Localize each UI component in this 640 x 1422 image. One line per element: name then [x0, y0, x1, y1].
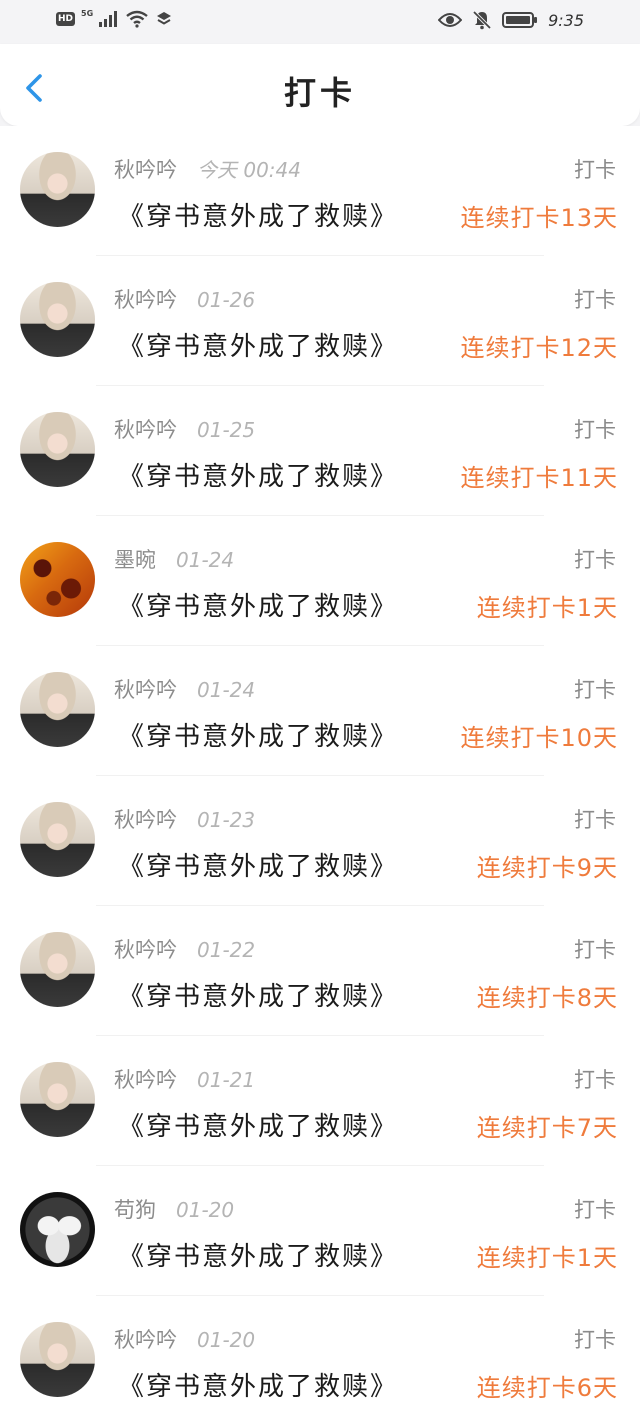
wifi-icon: [126, 10, 148, 28]
user-name[interactable]: 秋吟吟: [114, 934, 177, 964]
user-name[interactable]: 秋吟吟: [114, 1064, 177, 1094]
user-meta: 秋吟吟 01-26: [114, 284, 255, 314]
streak-count: 连续打卡9天: [476, 854, 618, 882]
avatar[interactable]: [20, 1192, 95, 1267]
user-name[interactable]: 秋吟吟: [114, 804, 177, 834]
streak-count: 连续打卡1天: [476, 1244, 618, 1272]
layers-icon: [157, 12, 172, 25]
checkin-date: 今天 00:44: [197, 158, 301, 182]
book-title[interactable]: 《穿书意外成了救赎》: [118, 1366, 398, 1403]
user-meta: 苟狗 01-20: [114, 1194, 234, 1224]
book-title[interactable]: 《穿书意外成了救赎》: [118, 456, 398, 493]
user-name[interactable]: 秋吟吟: [114, 414, 177, 444]
list-item[interactable]: 秋吟吟 01-23 打卡 《穿书意外成了救赎》 连续打卡9天: [0, 776, 640, 906]
checkin-date: 01-20: [197, 1328, 256, 1352]
streak-count: 连续打卡12天: [460, 334, 618, 362]
avatar[interactable]: [20, 802, 95, 877]
signal-icon: [99, 11, 118, 27]
user-meta: 秋吟吟 今天 00:44: [114, 154, 301, 184]
user-name[interactable]: 墨晼: [114, 544, 156, 574]
user-name[interactable]: 秋吟吟: [114, 674, 177, 704]
checkin-label: 打卡: [574, 1328, 616, 1352]
book-title[interactable]: 《穿书意外成了救赎》: [118, 1236, 398, 1273]
page-header: 打卡: [0, 44, 640, 126]
checkin-label: 打卡: [574, 938, 616, 962]
status-left: HD 5G: [56, 10, 173, 28]
streak-count: 连续打卡6天: [476, 1374, 618, 1402]
checkin-date: 01-26: [197, 288, 256, 312]
user-meta: 墨晼 01-24: [114, 544, 234, 574]
battery-icon: [502, 12, 538, 28]
streak-count: 连续打卡13天: [460, 204, 618, 232]
checkin-label: 打卡: [574, 1198, 616, 1222]
book-title[interactable]: 《穿书意外成了救赎》: [118, 196, 398, 233]
book-title[interactable]: 《穿书意外成了救赎》: [118, 846, 398, 883]
list-item[interactable]: 秋吟吟 01-22 打卡 《穿书意外成了救赎》 连续打卡8天: [0, 906, 640, 1036]
checkin-date: 01-24: [197, 678, 256, 702]
list-item[interactable]: 秋吟吟 今天 00:44 打卡 《穿书意外成了救赎》 连续打卡13天: [0, 126, 640, 256]
checkin-label: 打卡: [574, 678, 616, 702]
book-title[interactable]: 《穿书意外成了救赎》: [118, 1106, 398, 1143]
user-meta: 秋吟吟 01-20: [114, 1324, 255, 1354]
checkin-date: 01-23: [197, 808, 256, 832]
avatar[interactable]: [20, 282, 95, 357]
status-bar: HD 5G 9:35: [0, 0, 640, 44]
list-item[interactable]: 苟狗 01-20 打卡 《穿书意外成了救赎》 连续打卡1天: [0, 1166, 640, 1296]
list-item[interactable]: 墨晼 01-24 打卡 《穿书意外成了救赎》 连续打卡1天: [0, 516, 640, 646]
checkin-date: 01-24: [176, 548, 235, 572]
streak-count: 连续打卡8天: [476, 984, 618, 1012]
clock-time: 9:35: [548, 10, 584, 30]
book-title[interactable]: 《穿书意外成了救赎》: [118, 976, 398, 1013]
avatar[interactable]: [20, 932, 95, 1007]
avatar[interactable]: [20, 1322, 95, 1397]
checkin-label: 打卡: [574, 548, 616, 572]
checkin-label: 打卡: [574, 1068, 616, 1092]
avatar[interactable]: [20, 542, 95, 617]
checkin-list: 秋吟吟 今天 00:44 打卡 《穿书意外成了救赎》 连续打卡13天 秋吟吟 0…: [0, 126, 640, 1422]
checkin-date: 01-25: [197, 418, 256, 442]
streak-count: 连续打卡7天: [476, 1114, 618, 1142]
streak-count: 连续打卡11天: [460, 464, 618, 492]
checkin-label: 打卡: [574, 158, 616, 182]
checkin-label: 打卡: [574, 418, 616, 442]
list-item[interactable]: 秋吟吟 01-26 打卡 《穿书意外成了救赎》 连续打卡12天: [0, 256, 640, 386]
avatar[interactable]: [20, 412, 95, 487]
user-meta: 秋吟吟 01-22: [114, 934, 255, 964]
user-meta: 秋吟吟 01-21: [114, 1064, 255, 1094]
list-item[interactable]: 秋吟吟 01-25 打卡 《穿书意外成了救赎》 连续打卡11天: [0, 386, 640, 516]
streak-count: 连续打卡1天: [476, 594, 618, 622]
checkin-label: 打卡: [574, 808, 616, 832]
page-title: 打卡: [283, 74, 356, 112]
book-title[interactable]: 《穿书意外成了救赎》: [118, 716, 398, 753]
book-title[interactable]: 《穿书意外成了救赎》: [118, 326, 398, 363]
user-meta: 秋吟吟 01-23: [114, 804, 255, 834]
list-item[interactable]: 秋吟吟 01-20 打卡 《穿书意外成了救赎》 连续打卡6天: [0, 1296, 640, 1422]
list-item[interactable]: 秋吟吟 01-21 打卡 《穿书意外成了救赎》 连续打卡7天: [0, 1036, 640, 1166]
avatar[interactable]: [20, 1062, 95, 1137]
avatar[interactable]: [20, 672, 95, 747]
avatar[interactable]: [20, 152, 95, 227]
user-meta: 秋吟吟 01-24: [114, 674, 255, 704]
checkin-date: 01-21: [197, 1068, 256, 1092]
user-meta: 秋吟吟 01-25: [114, 414, 255, 444]
streak-count: 连续打卡10天: [460, 724, 618, 752]
list-item[interactable]: 秋吟吟 01-24 打卡 《穿书意外成了救赎》 连续打卡10天: [0, 646, 640, 776]
network-type-label: 5G: [81, 9, 94, 18]
checkin-label: 打卡: [574, 288, 616, 312]
hd-badge: HD: [56, 12, 76, 26]
book-title[interactable]: 《穿书意外成了救赎》: [118, 586, 398, 623]
user-name[interactable]: 苟狗: [114, 1194, 156, 1224]
bell-off-icon: [472, 10, 492, 30]
eye-icon: [438, 13, 463, 27]
user-name[interactable]: 秋吟吟: [114, 154, 177, 184]
checkin-date: 01-20: [176, 1198, 235, 1222]
user-name[interactable]: 秋吟吟: [114, 1324, 177, 1354]
checkin-date: 01-22: [197, 938, 256, 962]
status-right: 9:35: [438, 10, 584, 30]
user-name[interactable]: 秋吟吟: [114, 284, 177, 314]
